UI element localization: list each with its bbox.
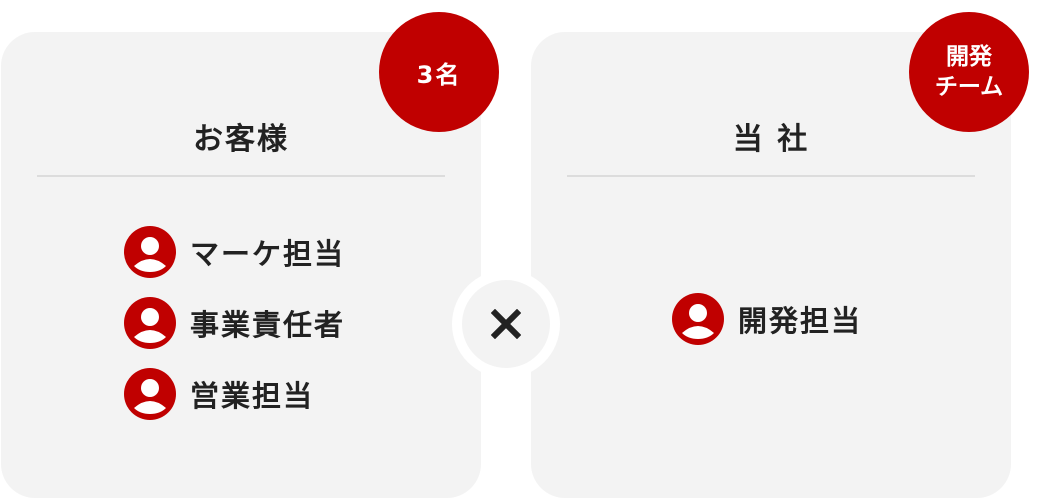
role-item-sales: 営業担当 <box>124 368 314 420</box>
person-icon <box>124 368 176 420</box>
role-label: 事業責任者 <box>190 308 346 342</box>
person-icon <box>124 297 176 349</box>
role-item-marketing: マーケ担当 <box>124 226 345 278</box>
role-item-business-owner: 事業責任者 <box>124 297 345 349</box>
connector <box>452 270 560 378</box>
headcount-text: 3名 <box>416 60 462 89</box>
team-badge-line-1: 開発 <box>946 44 992 70</box>
customer-divider <box>37 175 445 177</box>
role-label: 開発担当 <box>738 304 863 338</box>
team-badge: 開発 チーム <box>909 12 1029 132</box>
company-title: 当 社 <box>732 122 810 157</box>
person-icon <box>672 293 724 345</box>
team-badge-line-2: チーム <box>934 74 1004 100</box>
customer-title: お客様 <box>193 122 289 157</box>
person-icon <box>124 226 176 278</box>
multiply-icon <box>491 309 521 339</box>
headcount-badge: 3名 <box>379 12 499 132</box>
connector-inner <box>462 280 550 368</box>
role-label: マーケ担当 <box>190 237 346 271</box>
company-divider <box>567 175 975 177</box>
role-label: 営業担当 <box>190 379 315 413</box>
role-item-developer: 開発担当 <box>672 293 862 345</box>
